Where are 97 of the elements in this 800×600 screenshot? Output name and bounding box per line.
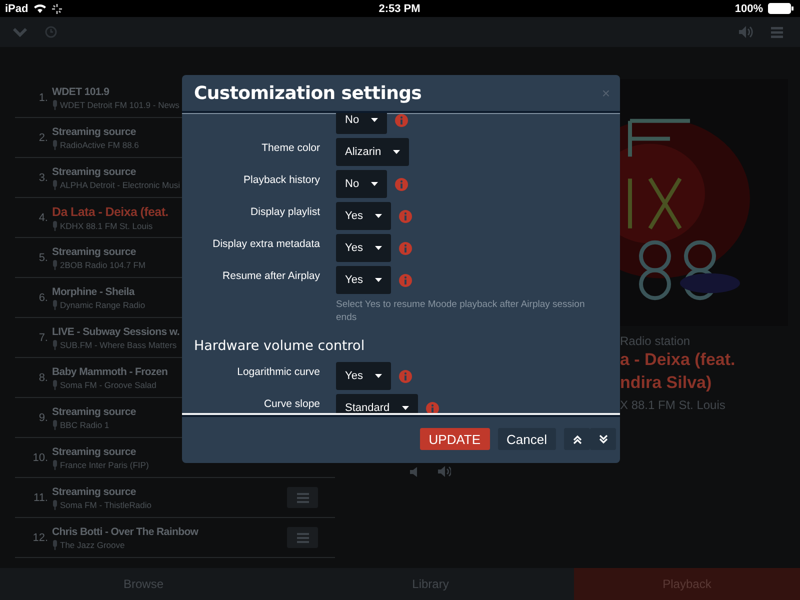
select-field[interactable]: Standard: [336, 394, 418, 413]
select-field[interactable]: Yes: [336, 266, 391, 294]
chevron-down-icon[interactable]: [13, 27, 27, 37]
setting-label: Theme color: [262, 142, 320, 154]
update-button[interactable]: UPDATE: [420, 428, 490, 450]
select-field[interactable]: Yes: [336, 202, 391, 230]
microphone-icon: [52, 300, 58, 310]
microphone-icon: [52, 140, 58, 150]
microphone-icon: [52, 460, 58, 470]
track-title[interactable]: Streaming source: [52, 486, 287, 498]
station-name: WDET Detroit FM 101.9 - News: [60, 100, 180, 110]
microphone-icon: [52, 260, 58, 270]
microphone-icon: [52, 540, 58, 550]
microphone-icon: [52, 500, 58, 510]
track-number: 3.: [38, 172, 49, 184]
menu-icon[interactable]: [771, 26, 783, 38]
setting-label: Display playlist: [250, 206, 320, 218]
info-icon[interactable]: [398, 370, 412, 382]
microphone-icon: [52, 220, 58, 230]
microphone-icon: [52, 100, 58, 110]
caret-icon: [374, 374, 382, 378]
station-name: BBC Radio 1: [60, 420, 110, 430]
microphone-icon: [52, 180, 58, 190]
cancel-button[interactable]: Cancel: [498, 428, 556, 450]
now-playing-station: X 88.1 FM St. Louis: [620, 398, 726, 412]
track-number: 10.: [32, 452, 49, 464]
station-name: 2BOB Radio 104.7 FM: [60, 260, 146, 270]
station-name: SUB.FM - Where Bass Matters: [60, 340, 177, 350]
now-playing-title: ndira Silva): [620, 372, 713, 394]
caret-icon: [393, 150, 400, 154]
station-name: France Inter Paris (FIP): [60, 460, 149, 470]
track-number: 6.: [38, 292, 49, 304]
caret-icon: [374, 278, 382, 282]
select-field[interactable]: No: [336, 113, 388, 134]
help-text: Select Yes to resume Moode playback after Airplay session ends: [336, 299, 585, 323]
microphone-icon: [52, 340, 58, 350]
track-menu-button[interactable]: [287, 487, 318, 508]
track-number: 2.: [38, 132, 49, 144]
wifi-icon: [33, 3, 48, 14]
speaker-icon[interactable]: [739, 26, 753, 38]
clock-icon[interactable]: [45, 26, 57, 38]
info-icon[interactable]: [398, 242, 412, 254]
caret-icon: [374, 246, 382, 250]
select-field[interactable]: No: [336, 170, 388, 198]
section-heading: Hardware volume control: [194, 338, 365, 354]
scroll-up-button[interactable]: [564, 428, 590, 450]
track-menu-button[interactable]: [287, 527, 318, 548]
double-chevron-down-icon: [598, 434, 608, 444]
caret-icon: [371, 182, 378, 186]
info-icon[interactable]: [426, 402, 439, 413]
info-icon[interactable]: [398, 274, 412, 286]
double-chevron-up-icon: [572, 434, 582, 444]
track-title[interactable]: Chris Botti - Over The Rainbow: [52, 526, 287, 538]
menu-icon: [296, 532, 308, 542]
source-type: Radio station: [620, 334, 692, 348]
station-name: ALPHA Detroit - Electronic Musi: [60, 180, 180, 190]
track-number: 11.: [32, 492, 49, 504]
track-number: 7.: [38, 332, 49, 344]
station-name: RadioActive FM 88.6: [60, 140, 139, 150]
battery-icon: [768, 3, 794, 14]
setting-label: Curve slope: [264, 398, 320, 410]
caret-icon: [402, 406, 409, 410]
clock-time: 2:53 PM: [378, 2, 420, 14]
track-number: 4.: [38, 212, 49, 224]
microphone-icon: [52, 380, 58, 390]
track-number: 1.: [38, 92, 49, 104]
track-number: 8.: [38, 372, 49, 384]
station-name: Soma FM - ThistleRadio: [60, 500, 152, 510]
track-number: 12.: [32, 532, 49, 544]
battery-percent: 100%: [734, 2, 763, 14]
station-name: Soma FM - Groove Salad: [60, 380, 156, 390]
volume-up-icon[interactable]: [438, 466, 451, 477]
station-name: Dynamic Range Radio: [60, 300, 146, 310]
info-icon[interactable]: [395, 178, 408, 190]
setting-label: Display extra metadata: [212, 238, 320, 250]
info-icon[interactable]: [395, 114, 408, 126]
setting-label: Logarithmic curve: [237, 366, 320, 378]
microphone-icon: [52, 420, 58, 430]
caret-icon: [371, 118, 378, 122]
menu-icon: [296, 492, 308, 502]
track-number: 5.: [38, 252, 49, 264]
dialog-title: Customization settings: [194, 82, 422, 104]
setting-label: Playback history: [244, 174, 320, 186]
setting-label: Resume after Airplay: [222, 270, 320, 282]
track-number: 9.: [38, 412, 49, 424]
device-name: iPad: [5, 2, 28, 14]
station-name: The Jazz Groove: [60, 540, 125, 550]
select-field[interactable]: Yes: [336, 362, 391, 390]
volume-down-icon[interactable]: [410, 466, 420, 476]
info-icon[interactable]: [398, 210, 412, 222]
station-name: KDHX 88.1 FM St. Louis: [60, 220, 153, 230]
now-playing-title: a - Deixa (feat.: [620, 349, 736, 371]
select-field[interactable]: Yes: [336, 234, 391, 262]
scroll-down-button[interactable]: [590, 428, 616, 450]
spinner-icon: [52, 4, 62, 14]
caret-icon: [374, 214, 382, 218]
select-field[interactable]: Alizarin: [336, 138, 410, 166]
